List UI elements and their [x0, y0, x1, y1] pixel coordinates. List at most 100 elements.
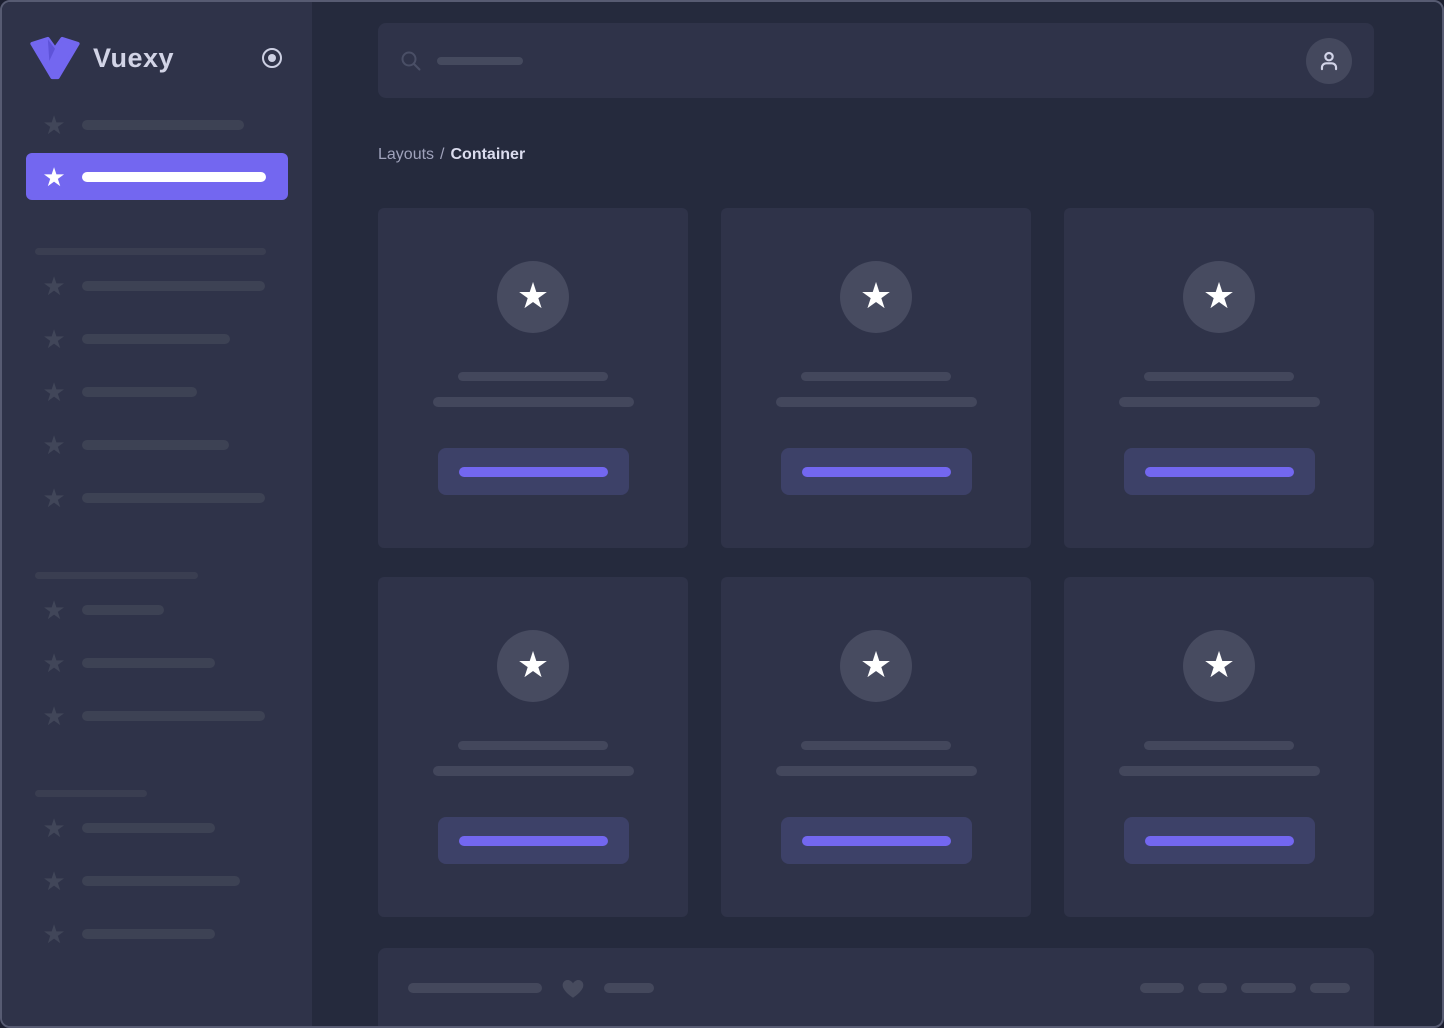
star-icon: ★	[42, 429, 66, 460]
placeholder-card: ★	[721, 208, 1031, 548]
button-label-placeholder	[801, 466, 951, 477]
footer-left	[408, 975, 654, 1001]
card-title-placeholder	[1144, 741, 1294, 750]
footer	[378, 948, 1374, 1026]
button-label-placeholder	[1144, 466, 1294, 477]
search-placeholder	[437, 56, 523, 65]
sidebar-menu-item[interactable]: ★	[26, 365, 288, 418]
star-icon: ★	[42, 865, 66, 896]
placeholder-card: ★	[378, 208, 688, 548]
star-icon: ★	[516, 274, 550, 316]
star-icon: ★	[859, 274, 893, 316]
placeholder-card: ★	[721, 577, 1031, 917]
card-action-button[interactable]	[437, 448, 629, 495]
breadcrumb-parent[interactable]: Layouts	[378, 146, 434, 163]
card-badge-circle: ★	[840, 261, 912, 333]
star-icon: ★	[42, 594, 66, 625]
button-label-placeholder	[458, 466, 608, 477]
sidebar-menu-item[interactable]: ★	[26, 418, 288, 471]
star-icon: ★	[42, 918, 66, 949]
sidebar-menu-item[interactable]: ★	[26, 583, 288, 636]
star-icon: ★	[42, 270, 66, 301]
star-icon: ★	[1202, 643, 1236, 685]
sidebar-menu-item[interactable]: ★	[26, 153, 288, 200]
card-subtitle-placeholder	[1118, 766, 1320, 776]
card-subtitle-placeholder	[432, 397, 634, 407]
sidebar-menu-item[interactable]: ★	[26, 636, 288, 689]
star-icon: ★	[42, 482, 66, 513]
menu-label-placeholder	[82, 333, 230, 344]
placeholder-card: ★	[1064, 577, 1374, 917]
cards-grid: ★ ★ ★ ★ ★ ★	[378, 208, 1374, 917]
menu-label-placeholder	[82, 928, 215, 939]
user-icon	[1320, 51, 1338, 70]
card-action-button[interactable]	[1123, 817, 1315, 864]
card-action-button[interactable]	[437, 817, 629, 864]
star-icon: ★	[42, 161, 66, 192]
star-icon: ★	[1202, 274, 1236, 316]
placeholder-card: ★	[378, 577, 688, 917]
card-badge-circle: ★	[1183, 630, 1255, 702]
star-icon: ★	[42, 376, 66, 407]
avatar-button[interactable]	[1306, 37, 1352, 84]
sidebar-menu: ★ ★ ★ ★ ★ ★ ★ ★ ★ ★ ★ ★ ★	[2, 92, 312, 960]
search-icon	[401, 51, 421, 70]
card-title-placeholder	[1144, 372, 1294, 381]
star-icon: ★	[516, 643, 550, 685]
menu-label-placeholder	[82, 439, 229, 450]
star-icon: ★	[42, 812, 66, 843]
app-window: Vuexy ★ ★ ★ ★ ★ ★ ★ ★ ★ ★ ★ ★ ★ Layouts …	[0, 0, 1444, 1028]
star-icon: ★	[42, 109, 66, 140]
footer-text-placeholder	[408, 983, 542, 993]
search-bar[interactable]	[378, 23, 1374, 98]
sidebar-menu-item[interactable]: ★	[26, 471, 288, 524]
breadcrumb-separator: /	[440, 146, 445, 163]
menu-label-placeholder	[82, 171, 266, 182]
card-subtitle-placeholder	[1118, 397, 1320, 407]
sidebar: Vuexy ★ ★ ★ ★ ★ ★ ★ ★ ★ ★ ★ ★ ★	[2, 2, 312, 1026]
card-badge-circle: ★	[497, 630, 569, 702]
brand-name: Vuexy	[93, 42, 175, 73]
card-action-button[interactable]	[780, 448, 972, 495]
sidebar-section-divider	[26, 572, 288, 579]
footer-link-placeholder	[1198, 983, 1227, 993]
card-subtitle-placeholder	[775, 766, 977, 776]
footer-text-placeholder	[604, 983, 654, 993]
star-icon: ★	[42, 647, 66, 678]
card-badge-circle: ★	[840, 630, 912, 702]
sidebar-menu-item[interactable]: ★	[26, 907, 288, 960]
sidebar-menu-item[interactable]: ★	[26, 854, 288, 907]
card-action-button[interactable]	[780, 817, 972, 864]
card-subtitle-placeholder	[432, 766, 634, 776]
card-title-placeholder	[801, 741, 951, 750]
heart-icon	[562, 979, 584, 998]
sidebar-menu-item[interactable]: ★	[26, 312, 288, 365]
star-icon: ★	[42, 700, 66, 731]
footer-link-placeholder	[1310, 983, 1350, 993]
menu-label-placeholder	[82, 875, 240, 886]
button-label-placeholder	[801, 835, 951, 846]
sidebar-section-divider	[26, 248, 288, 255]
menu-label-placeholder	[82, 604, 164, 615]
radio-dot-icon[interactable]	[260, 46, 284, 70]
sidebar-menu-item[interactable]: ★	[26, 689, 288, 742]
menu-label-placeholder	[82, 386, 197, 397]
placeholder-card: ★	[1064, 208, 1374, 548]
sidebar-menu-item[interactable]: ★	[26, 98, 288, 151]
vuexy-logo-icon	[30, 36, 80, 80]
section-label-placeholder	[35, 572, 198, 579]
sidebar-menu-item[interactable]: ★	[26, 801, 288, 854]
section-label-placeholder	[35, 248, 266, 255]
card-action-button[interactable]	[1123, 448, 1315, 495]
breadcrumb-current: Container	[450, 146, 526, 163]
button-label-placeholder	[458, 835, 608, 846]
card-title-placeholder	[801, 372, 951, 381]
menu-label-placeholder	[82, 657, 215, 668]
menu-label-placeholder	[82, 710, 265, 721]
menu-label-placeholder	[82, 280, 265, 291]
footer-link-placeholder	[1241, 983, 1296, 993]
sidebar-menu-item[interactable]: ★	[26, 259, 288, 312]
menu-label-placeholder	[82, 822, 215, 833]
section-label-placeholder	[35, 790, 147, 797]
breadcrumb: Layouts / Container	[378, 146, 1374, 164]
